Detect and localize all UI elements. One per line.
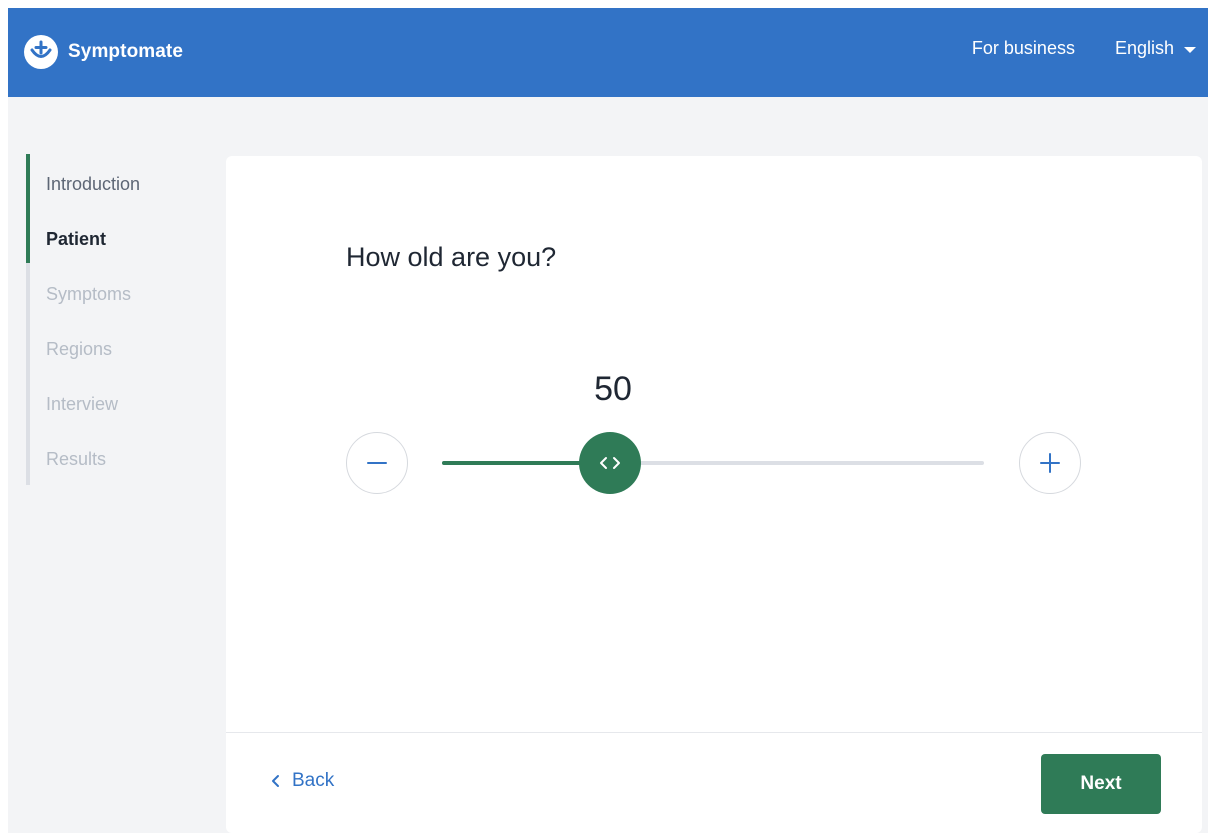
decrease-age-button[interactable]: [346, 432, 408, 494]
brand-name: Symptomate: [68, 41, 184, 62]
for-business-link[interactable]: For business: [972, 38, 1075, 59]
sidebar-item-regions: Regions: [46, 339, 113, 359]
question-card: How old are you? 50 Back Next: [226, 156, 1202, 833]
symptomate-logo-icon: [24, 35, 58, 69]
language-label: English: [1114, 38, 1174, 58]
next-button[interactable]: Next: [1041, 754, 1161, 814]
increase-age-button[interactable]: [1019, 432, 1081, 494]
progress-indicator: [26, 154, 30, 264]
chevron-left-icon: [272, 775, 279, 787]
back-label: Back: [292, 770, 335, 791]
progress-sidebar: Introduction Patient Symptoms Regions In…: [26, 154, 206, 485]
sidebar-item-patient[interactable]: Patient: [46, 227, 106, 251]
page: Symptomate For business English Introduc…: [8, 8, 1208, 833]
top-bar: Symptomate For business English: [8, 8, 1208, 97]
language-selector[interactable]: English: [1115, 38, 1196, 59]
question-title: How old are you?: [346, 242, 557, 272]
slider-thumb[interactable]: [579, 432, 642, 494]
caret-down-icon: [1184, 46, 1196, 53]
age-value: 50: [594, 370, 632, 408]
header-nav: For business English: [972, 38, 1196, 59]
sidebar-item-symptoms: Symptoms: [46, 284, 132, 304]
age-slider[interactable]: [442, 432, 984, 494]
minus-icon: [367, 462, 387, 464]
chevrons-left-right-icon: [600, 457, 621, 469]
sidebar-item-introduction[interactable]: Introduction: [46, 172, 140, 196]
brand-logo-link[interactable]: Symptomate: [24, 34, 183, 70]
sidebar-item-interview: Interview: [46, 394, 119, 414]
plus-icon: [1040, 453, 1060, 473]
back-button[interactable]: Back: [270, 770, 334, 792]
card-footer-divider: [226, 732, 1202, 733]
sidebar-item-results: Results: [46, 449, 107, 469]
